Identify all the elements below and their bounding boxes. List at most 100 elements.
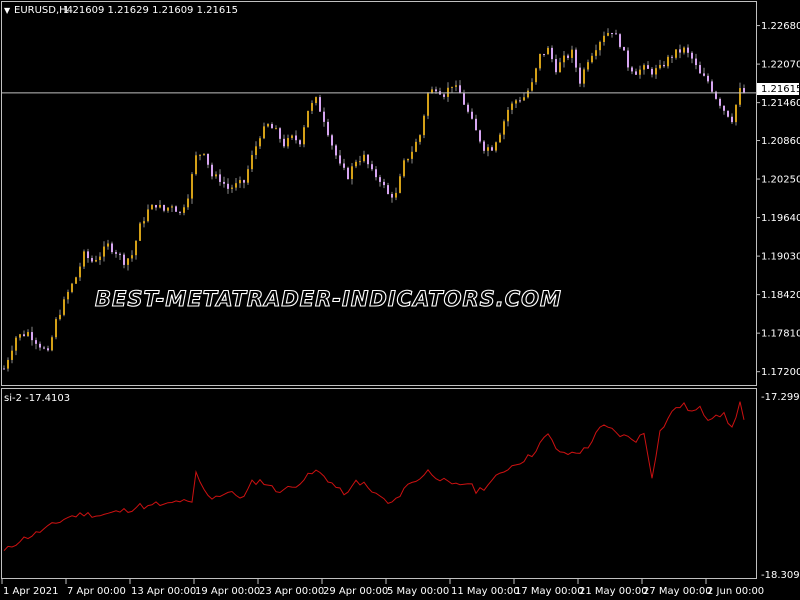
candle-body [503, 121, 505, 135]
candle-body [395, 192, 397, 198]
candle-body [167, 207, 169, 211]
candle-body [19, 334, 21, 338]
candle-body [467, 104, 469, 112]
candle-body [495, 142, 497, 151]
candle-body [743, 88, 745, 93]
candle-body [643, 65, 645, 70]
candle-body [39, 343, 41, 348]
ohlc-values: 1.21609 1.21629 1.21609 1.21615 [63, 5, 238, 16]
candle-body [95, 259, 97, 262]
candle-body [175, 206, 177, 212]
price-tick-label: 1.21460 [761, 98, 800, 109]
candle-body [179, 211, 181, 213]
candle-body [87, 251, 89, 259]
candle-body [267, 124, 269, 127]
candle-body [291, 135, 293, 139]
trading-chart[interactable]: BEST-METATRADER-INDICATORS.COM ▼ EURUSD,… [0, 0, 800, 600]
candle-body [615, 33, 617, 35]
indicator-label: si-2 -17.4103 [4, 393, 70, 404]
current-price-marker: 1.21615 [757, 83, 800, 95]
candle-body [623, 46, 625, 51]
time-tick-label: 5 May 00:00 [387, 586, 449, 597]
candle-body [319, 97, 321, 112]
candle-body [635, 71, 637, 75]
candle-body [315, 97, 317, 104]
candle-body [587, 62, 589, 70]
candle-body [575, 49, 577, 68]
candle-body [407, 158, 409, 161]
candle-body [219, 174, 221, 182]
candle-body [143, 221, 145, 224]
candle-body [591, 55, 593, 63]
candle-body [723, 105, 725, 111]
candle-body [359, 161, 361, 163]
price-tick-label: 1.20250 [761, 175, 800, 186]
candle-body [627, 50, 629, 68]
price-tick-label: 1.19640 [761, 213, 800, 224]
candle-body [243, 180, 245, 183]
price-tick-label: 1.20860 [761, 136, 800, 147]
candle-body [255, 146, 257, 156]
candle-body [159, 204, 161, 208]
symbol-dropdown-icon[interactable]: ▼ [4, 6, 11, 15]
candle-body [679, 49, 681, 53]
candle-body [547, 47, 549, 55]
candle-body [127, 258, 129, 265]
time-tick-label: 23 Apr 00:00 [259, 586, 324, 597]
candle-body [103, 246, 105, 257]
candle-body [595, 50, 597, 56]
candle-body [555, 59, 557, 73]
candle-body [427, 93, 429, 116]
chart-info-header: ▼ EURUSD,H4 1.21609 1.21629 1.21609 1.21… [4, 5, 238, 16]
candle-body [139, 223, 141, 241]
candle-body [471, 111, 473, 119]
candle-body [651, 68, 653, 75]
candle-body [43, 347, 45, 349]
candle-body [199, 154, 201, 156]
candle-body [567, 55, 569, 58]
candle-body [563, 55, 565, 63]
candle-body [239, 180, 241, 184]
candle-body [23, 334, 25, 337]
candle-body [339, 155, 341, 164]
candle-body [719, 98, 721, 106]
candle-body [235, 183, 237, 188]
time-tick-label: 17 May 00:00 [515, 586, 584, 597]
candle-body [67, 291, 69, 300]
candle-body [71, 283, 73, 292]
candle-body [559, 62, 561, 73]
candle-body [135, 240, 137, 256]
candle-body [423, 115, 425, 136]
candle-body [695, 58, 697, 66]
candle-body [571, 49, 573, 58]
candle-body [375, 169, 377, 178]
candle-body [343, 163, 345, 168]
candle-body [531, 82, 533, 91]
candle-body [171, 206, 173, 208]
candle-body [131, 255, 133, 259]
candle-body [511, 103, 513, 110]
candle-body [459, 85, 461, 94]
candle-body [451, 86, 453, 88]
candle-body [263, 126, 265, 139]
time-tick-label: 11 May 00:00 [451, 586, 520, 597]
candle-body [683, 47, 685, 53]
candle-body [207, 153, 209, 165]
candle-body [391, 194, 393, 198]
candle-body [223, 181, 225, 184]
candle-body [583, 69, 585, 84]
candle-body [31, 332, 33, 341]
candle-body [483, 141, 485, 151]
candle-body [523, 97, 525, 101]
price-tick-label: 1.17200 [761, 367, 800, 378]
watermark-logo: BEST-METATRADER-INDICATORS.COM [94, 286, 561, 311]
candle-body [603, 35, 605, 43]
candle-body [663, 64, 665, 67]
candle-body [619, 34, 621, 47]
candle-body [51, 337, 53, 351]
candle-body [671, 56, 673, 58]
candle-body [99, 256, 101, 260]
time-tick-label: 29 Apr 00:00 [323, 586, 388, 597]
candle-body [151, 204, 153, 210]
candle-body [655, 68, 657, 75]
